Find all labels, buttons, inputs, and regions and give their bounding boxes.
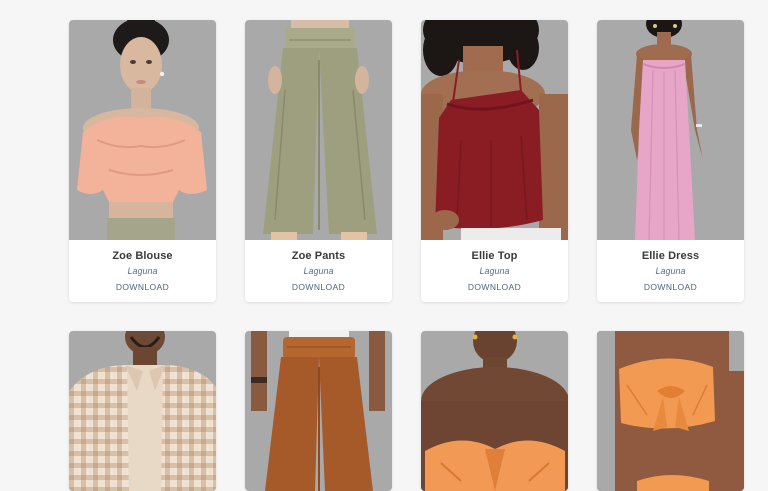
- product-card[interactable]: [421, 331, 568, 491]
- product-name[interactable]: Ellie Dress: [597, 250, 744, 263]
- product-name[interactable]: Ellie Top: [421, 250, 568, 263]
- product-image-zoe-pants[interactable]: [245, 20, 392, 240]
- product-image-orange-tie-top[interactable]: [597, 331, 744, 491]
- download-link[interactable]: DOWNLOAD: [468, 282, 521, 293]
- product-card[interactable]: Ellie Dress Laguna DOWNLOAD: [597, 20, 744, 302]
- product-info: Ellie Top Laguna DOWNLOAD: [421, 240, 568, 302]
- product-name[interactable]: Zoe Blouse: [69, 250, 216, 263]
- product-image-plaid-shirt[interactable]: [69, 331, 216, 491]
- product-creator: Laguna: [127, 266, 158, 276]
- product-card[interactable]: [597, 331, 744, 491]
- download-link[interactable]: DOWNLOAD: [116, 282, 169, 293]
- product-image-ellie-dress[interactable]: [597, 20, 744, 240]
- product-creator: Laguna: [479, 266, 510, 276]
- product-info: Ellie Dress Laguna DOWNLOAD: [597, 240, 744, 302]
- product-image-zoe-blouse[interactable]: [69, 20, 216, 240]
- download-link[interactable]: DOWNLOAD: [292, 282, 345, 293]
- download-link[interactable]: DOWNLOAD: [644, 282, 697, 293]
- product-image-orange-bandeau[interactable]: [421, 331, 568, 491]
- product-creator: Laguna: [655, 266, 686, 276]
- product-card[interactable]: [245, 331, 392, 491]
- product-info: Zoe Pants Laguna DOWNLOAD: [245, 240, 392, 302]
- product-creator: Laguna: [303, 266, 334, 276]
- product-card[interactable]: Ellie Top Laguna DOWNLOAD: [421, 20, 568, 302]
- product-image-rust-pants[interactable]: [245, 331, 392, 491]
- product-card[interactable]: Zoe Blouse Laguna DOWNLOAD: [69, 20, 216, 302]
- product-name[interactable]: Zoe Pants: [245, 250, 392, 263]
- product-image-ellie-top[interactable]: [421, 20, 568, 240]
- product-card[interactable]: Zoe Pants Laguna DOWNLOAD: [245, 20, 392, 302]
- product-card[interactable]: [69, 331, 216, 491]
- product-info: Zoe Blouse Laguna DOWNLOAD: [69, 240, 216, 302]
